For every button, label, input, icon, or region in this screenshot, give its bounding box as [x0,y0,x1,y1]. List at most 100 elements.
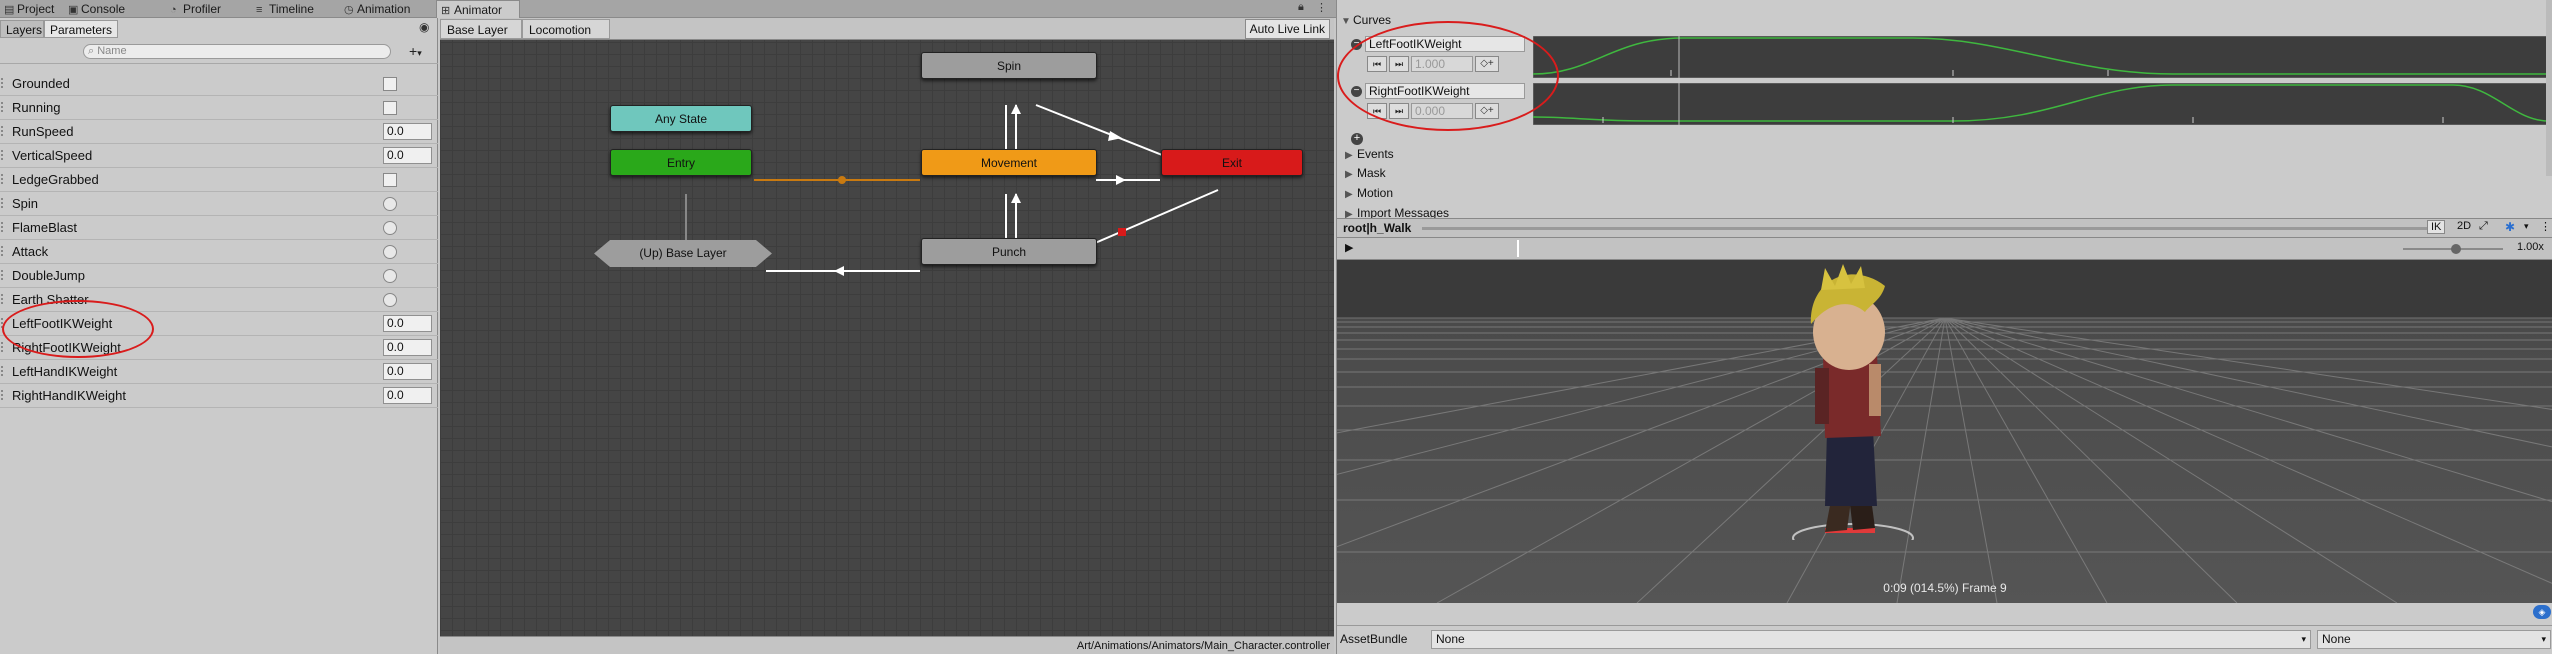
parameter-row[interactable]: RightHandIKWeight 0.0 [0,384,438,408]
curve-graph-right-foot[interactable] [1533,83,2549,125]
drag-handle-icon[interactable] [1,198,7,208]
drag-handle-icon[interactable] [1,342,7,352]
parameter-value-field[interactable]: 0.0 [383,339,432,356]
parameter-trigger-toggle[interactable] [383,245,397,259]
state-node-exit[interactable]: Exit [1161,149,1303,176]
profiler-icon: ◔ [170,4,177,16]
more-menu-icon[interactable]: ⋮ [2540,220,2551,233]
parameter-name[interactable]: LedgeGrabbed [12,172,99,187]
parameter-row[interactable]: DoubleJump [0,264,438,288]
parameter-checkbox[interactable] [383,101,397,115]
parameter-row[interactable]: LedgeGrabbed [0,168,438,192]
parameter-name[interactable]: Grounded [12,76,70,91]
speed-slider[interactable] [2403,244,2503,254]
state-node-punch[interactable]: Punch [921,238,1097,265]
asset-variant-dropdown[interactable]: None ▾ [2317,630,2551,649]
play-button[interactable]: ▶ [1345,241,1353,254]
add-curve-button[interactable]: + [1351,129,1363,145]
section-motion[interactable]: ▶ Motion [1345,186,1393,200]
state-node-any-state[interactable]: Any State [610,105,752,132]
parameter-checkbox[interactable] [383,173,397,187]
parameter-name[interactable]: Running [12,100,60,115]
chevron-down-icon[interactable]: ▾ [2524,221,2529,232]
parameter-value-field[interactable]: 0.0 [383,387,432,404]
section-mask[interactable]: ▶ Mask [1345,166,1386,180]
parameter-row[interactable]: VerticalSpeed 0.0 [0,144,438,168]
auto-live-link-button[interactable]: Auto Live Link [1244,19,1330,39]
character-model [1792,264,1914,540]
drag-handle-icon[interactable] [1,174,7,184]
tab-console[interactable]: ▣ Console [64,0,125,18]
parameter-search-input[interactable]: ⌕ Name [83,44,391,59]
eye-icon[interactable]: ◉ [419,20,429,34]
drag-handle-icon[interactable] [1,366,7,376]
state-node-spin[interactable]: Spin [921,52,1097,79]
state-node-movement[interactable]: Movement [921,149,1097,176]
tab-profiler[interactable]: ◔ Profiler [166,0,221,18]
parameter-name[interactable]: DoubleJump [12,268,85,283]
parameter-checkbox[interactable] [383,77,397,91]
parameter-value-field[interactable]: 0.0 [383,315,432,332]
tab-layers[interactable]: Layers [0,20,44,38]
parameter-trigger-toggle[interactable] [383,221,397,235]
ik-toggle[interactable]: IK [2427,220,2446,234]
label-icon[interactable]: ◈ [2533,605,2551,619]
2d-toggle[interactable]: 2D [2454,220,2474,232]
parameter-value-field[interactable]: 0.0 [383,363,432,380]
parameter-name[interactable]: FlameBlast [12,220,77,235]
playhead[interactable] [1517,240,1519,257]
animator-graph[interactable]: Base Layer Locomotion Auto Live Link Spi… [440,18,1334,654]
speed-slider-handle[interactable] [2451,244,2461,254]
parameter-row[interactable]: Attack [0,240,438,264]
add-parameter-button[interactable]: +▾ [409,43,422,59]
parameter-value-field[interactable]: 0.0 [383,147,432,164]
drag-handle-icon[interactable] [1,390,7,400]
parameter-trigger-toggle[interactable] [383,293,397,307]
parameter-name[interactable]: RunSpeed [12,124,73,139]
drag-handle-icon[interactable] [1,246,7,256]
tab-animator[interactable]: ⊞ Animator [436,0,520,19]
lock-icon[interactable]: 🔒︎ [1298,1,1304,14]
animation-preview-viewport[interactable]: 0:09 (014.5%) Frame 9 [1337,260,2552,603]
curves-header[interactable]: ▼ Curves [1341,13,1391,27]
parameter-name[interactable]: Attack [12,244,48,259]
parameter-value-field[interactable]: 0.0 [383,123,432,140]
more-menu-icon[interactable]: ⋮ [1316,1,1327,14]
breadcrumb-locomotion[interactable]: Locomotion [522,19,610,39]
state-node-entry[interactable]: Entry [610,149,752,176]
curve-graph-left-foot[interactable] [1533,36,2549,78]
drag-handle-icon[interactable] [1,150,7,160]
pivot-icon[interactable]: ⤢ [2479,220,2488,233]
parameter-trigger-toggle[interactable] [383,269,397,283]
drag-handle-icon[interactable] [1,294,7,304]
parameter-row[interactable]: FlameBlast [0,216,438,240]
state-node-up-base-layer[interactable]: (Up) Base Layer [594,240,772,267]
parameter-row[interactable]: LeftHandIKWeight 0.0 [0,360,438,384]
tab-project[interactable]: ▤ Project [0,0,54,18]
section-events[interactable]: ▶ Events [1345,147,1394,161]
drag-handle-icon[interactable] [1,126,7,136]
tab-animation[interactable]: ◷ Animation [340,0,410,18]
tab-parameters[interactable]: Parameters [44,20,118,38]
parameter-row[interactable]: Grounded [0,72,438,96]
parameter-row[interactable]: RunSpeed 0.0 [0,120,438,144]
tab-timeline[interactable]: ≡ Timeline [252,0,314,18]
parameter-name[interactable]: Spin [12,196,38,211]
preview-timeline[interactable] [1357,238,2307,259]
ground-grid [1337,317,2552,603]
drag-handle-icon[interactable] [1,270,7,280]
parameter-name[interactable]: RightHandIKWeight [12,388,126,403]
parameter-name[interactable]: LeftHandIKWeight [12,364,117,379]
inspector-scrollbar[interactable] [2546,0,2552,176]
parameter-trigger-toggle[interactable] [383,197,397,211]
drag-handle-icon[interactable] [1,222,7,232]
avatar-icon[interactable]: ✱ [2505,220,2515,234]
drag-handle-icon[interactable] [1,78,7,88]
animation-icon: ◷ [344,4,354,16]
breadcrumb-base-layer[interactable]: Base Layer [440,19,522,39]
parameter-row[interactable]: Spin [0,192,438,216]
parameter-name[interactable]: VerticalSpeed [12,148,92,163]
drag-handle-icon[interactable] [1,102,7,112]
asset-bundle-dropdown[interactable]: None ▾ [1431,630,2311,649]
parameter-row[interactable]: Running [0,96,438,120]
